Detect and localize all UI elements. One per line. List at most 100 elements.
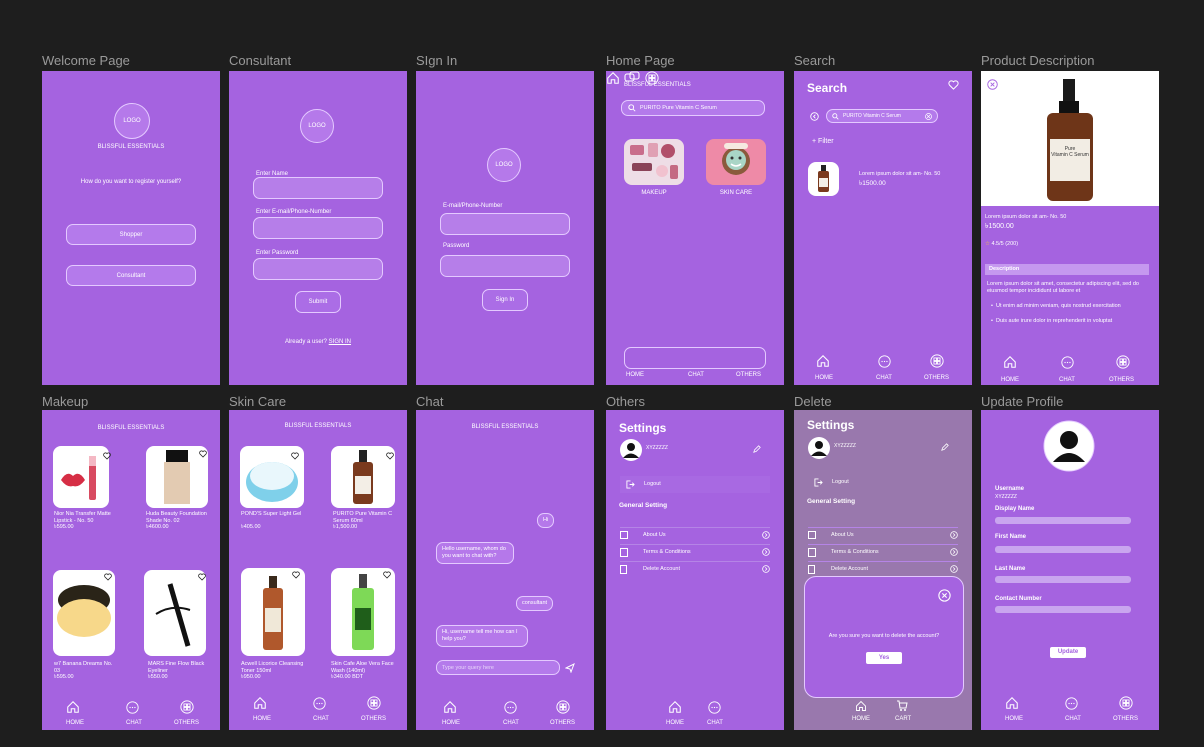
home-icon[interactable]: [668, 700, 682, 714]
makeup-category-card[interactable]: [624, 139, 684, 185]
about-us-row[interactable]: About Us: [620, 527, 770, 542]
search-bar[interactable]: PURITO Pure Vitamin C Serum: [621, 100, 765, 116]
display-name-input[interactable]: [995, 517, 1131, 524]
send-icon[interactable]: [565, 663, 575, 673]
others-icon[interactable]: [367, 696, 381, 710]
edit-icon[interactable]: [753, 445, 761, 453]
nav-chat-label: CHAT: [707, 720, 723, 726]
chat-icon[interactable]: [708, 701, 721, 714]
cart-icon[interactable]: [896, 700, 908, 712]
contact-number-input[interactable]: [995, 606, 1131, 613]
chat-icon[interactable]: [504, 701, 517, 714]
close-icon[interactable]: [987, 79, 998, 90]
others-icon[interactable]: [1116, 355, 1130, 369]
search-input[interactable]: PURITO Vitamin C Serum: [826, 109, 938, 123]
avatar[interactable]: [1043, 420, 1095, 472]
terms-row[interactable]: Terms & Conditions: [808, 544, 958, 559]
clear-icon[interactable]: [925, 112, 932, 120]
heart-icon[interactable]: [103, 452, 111, 460]
heart-icon[interactable]: [198, 573, 206, 581]
yes-button[interactable]: Yes: [866, 652, 902, 664]
logout-label: Logout: [832, 479, 849, 485]
heart-icon[interactable]: [292, 571, 300, 579]
heart-icon[interactable]: [104, 573, 112, 581]
close-icon[interactable]: [938, 589, 951, 602]
search-frame: Search PURITO Vitamin C Serum + Filter L…: [794, 71, 972, 385]
back-icon[interactable]: [810, 112, 819, 121]
product-card[interactable]: [241, 568, 305, 656]
terms-label: Terms & Conditions: [643, 549, 691, 555]
frame-title-consultant: Consultant: [229, 53, 292, 68]
product-name: w7 Banana Dreams No. 03: [54, 661, 113, 674]
heart-icon[interactable]: [948, 80, 959, 90]
chat-icon[interactable]: [313, 697, 326, 710]
skincare-category-card[interactable]: [706, 139, 766, 185]
product-price: ৳595.00: [54, 524, 74, 530]
chat-icon[interactable]: [1061, 356, 1074, 369]
facewash-bottle-image: [352, 574, 374, 650]
first-name-label: First Name: [995, 534, 1027, 540]
result-product-name[interactable]: Lorem ipsum dolor sit am- No. 50: [859, 171, 969, 178]
chat-input[interactable]: Type your query here: [436, 660, 560, 675]
product-card[interactable]: [53, 446, 109, 508]
others-icon[interactable]: [1119, 696, 1133, 710]
frame-title-skincare: Skin Care: [229, 394, 287, 409]
chat-icon[interactable]: [126, 701, 139, 714]
delete-account-row[interactable]: Delete Account: [808, 561, 958, 576]
first-name-input[interactable]: [995, 546, 1131, 553]
home-icon[interactable]: [66, 700, 80, 714]
home-icon[interactable]: [854, 700, 868, 712]
home-icon[interactable]: [1005, 696, 1019, 710]
heart-icon[interactable]: [386, 452, 394, 460]
heart-icon[interactable]: [383, 571, 391, 579]
password-input[interactable]: [440, 255, 570, 277]
consultant-frame: LOGO Enter Name Enter E-mail/Phone-Numbe…: [229, 71, 407, 385]
email-input[interactable]: [440, 213, 570, 235]
others-icon[interactable]: [556, 700, 570, 714]
email-input[interactable]: [253, 217, 383, 239]
last-name-input[interactable]: [995, 576, 1131, 583]
trash-icon: [808, 564, 815, 574]
chat-icon[interactable]: [878, 355, 891, 368]
delete-account-row[interactable]: Delete Account: [620, 561, 770, 576]
home-icon[interactable]: [816, 354, 830, 368]
last-name-label: Last Name: [995, 566, 1026, 572]
heart-icon[interactable]: [199, 450, 207, 458]
name-input[interactable]: [253, 177, 383, 199]
password-input[interactable]: [253, 258, 383, 280]
signin-button[interactable]: Sign In: [482, 289, 528, 311]
consultant-button[interactable]: Consultant: [66, 265, 196, 286]
signin-link[interactable]: SIGN IN: [329, 339, 351, 345]
home-icon[interactable]: [253, 696, 267, 710]
home-icon[interactable]: [443, 700, 457, 714]
chat-icon[interactable]: [1065, 697, 1078, 710]
settings-heading: Settings: [619, 421, 667, 435]
result-product-image[interactable]: [808, 162, 839, 196]
shopper-button[interactable]: Shopper: [66, 224, 196, 245]
product-card[interactable]: [144, 570, 206, 656]
filter-label: Filter: [818, 138, 834, 145]
frame-title-search: Search: [794, 53, 836, 68]
home-icon[interactable]: [1003, 355, 1017, 369]
edit-icon[interactable]: [941, 443, 949, 451]
heart-icon[interactable]: [291, 452, 299, 460]
logout-row[interactable]: Logout: [620, 476, 770, 493]
update-button[interactable]: Update: [1050, 647, 1086, 658]
info-icon: [808, 531, 816, 539]
frame-title-home: Home Page: [606, 53, 675, 68]
password-label: Password: [443, 243, 470, 249]
serum-bottle-image: [818, 165, 829, 192]
others-icon[interactable]: [180, 700, 194, 714]
product-name: Nior Nia Transfer Matte Lipstick - No. 5…: [54, 511, 111, 524]
others-icon[interactable]: [930, 354, 944, 368]
about-us-row[interactable]: About Us: [808, 527, 958, 542]
logout-row[interactable]: Logout: [808, 474, 958, 491]
filter-button[interactable]: + Filter: [812, 138, 834, 145]
home-icon[interactable]: [606, 71, 620, 85]
product-card[interactable]: [331, 568, 395, 656]
username-label: Username: [995, 486, 1025, 492]
submit-button[interactable]: Submit: [295, 291, 341, 313]
terms-row[interactable]: Terms & Conditions: [620, 544, 770, 559]
product-card[interactable]: [53, 570, 115, 656]
product-name: PURITO Pure Vitamin C Serum 60ml: [333, 511, 393, 524]
